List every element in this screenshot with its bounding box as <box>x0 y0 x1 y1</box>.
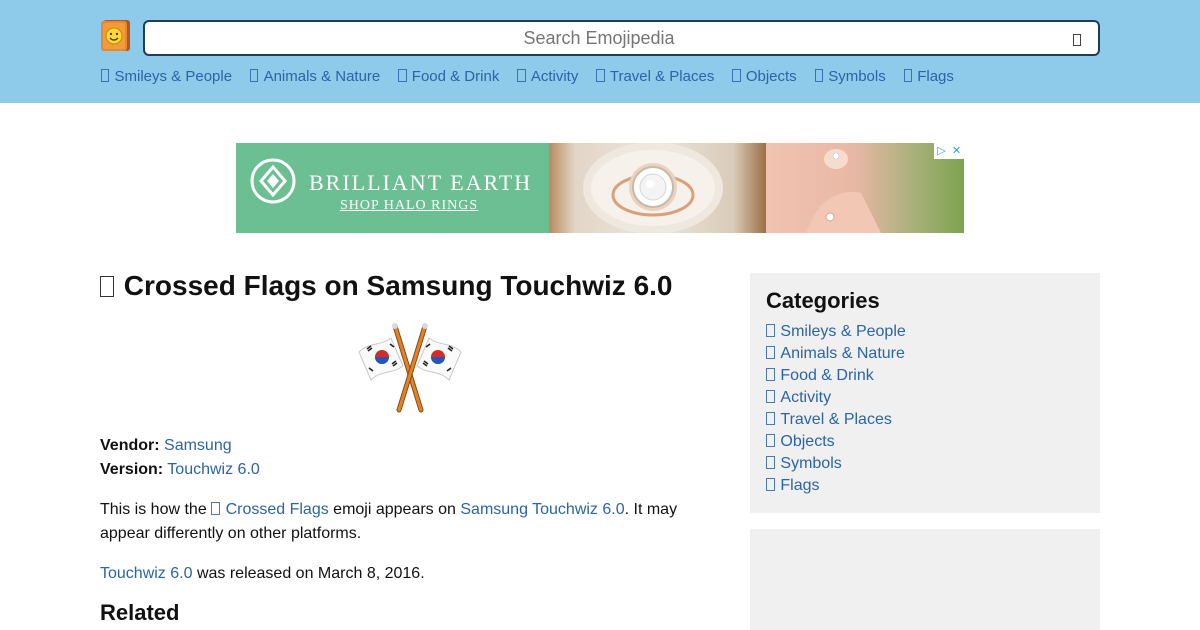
page-title: Crossed Flags on Samsung Touchwiz 6.0 <box>100 270 673 302</box>
nav-item-symbols[interactable]: Symbols <box>814 68 886 88</box>
crossed-flags-emoji-image <box>358 323 462 413</box>
version-row: Version: Touchwiz 6.0 <box>100 461 260 479</box>
categories-panel: Categories Smileys & People Animals & Na… <box>750 273 1100 513</box>
animal-icon <box>766 345 775 360</box>
travel-icon <box>766 411 775 426</box>
ad-brand-panel: BRILLIANT EARTH SHOP HALO RINGS <box>236 143 549 233</box>
nav-item-food-drink[interactable]: Food & Drink <box>398 68 499 88</box>
nav-item-travel-places[interactable]: Travel & Places <box>596 68 714 88</box>
search-input[interactable] <box>149 24 1049 52</box>
search-icon[interactable] <box>1066 29 1088 51</box>
food-icon <box>766 367 775 382</box>
platform-link[interactable]: Samsung Touchwiz 6.0 <box>460 501 624 518</box>
vendor-label: Vendor: <box>100 437 160 454</box>
symbols-icon <box>814 69 823 83</box>
category-item[interactable]: Symbols <box>766 453 906 475</box>
vendor-row: Vendor: Samsung <box>100 437 232 455</box>
ad-controls: ▷ ✕ <box>934 143 964 159</box>
ad-cta-link[interactable]: SHOP HALO RINGS <box>340 198 478 214</box>
activity-icon <box>766 389 775 404</box>
nav-item-flags[interactable]: Flags <box>903 68 954 88</box>
flag-icon <box>903 69 912 83</box>
ad-brand-name: BRILLIANT EARTH <box>309 170 533 195</box>
brilliant-earth-logo-icon <box>250 158 296 204</box>
release-platform-link[interactable]: Touchwiz 6.0 <box>100 565 193 582</box>
search-bar <box>143 20 1100 56</box>
emojipedia-logo[interactable] <box>100 19 131 52</box>
version-label: Version: <box>100 461 164 478</box>
release-paragraph: Touchwiz 6.0 was released on March 8, 20… <box>100 565 425 582</box>
crossed-flags-small-icon <box>211 501 220 516</box>
nav-item-objects[interactable]: Objects <box>732 68 797 88</box>
smiley-icon <box>101 69 110 83</box>
travel-icon <box>596 69 605 83</box>
category-item[interactable]: Activity <box>766 387 906 409</box>
category-item[interactable]: Smileys & People <box>766 321 906 343</box>
adchoices-icon[interactable]: ▷ <box>934 143 949 159</box>
ad-ring-image <box>549 143 766 233</box>
smiley-icon <box>766 323 775 338</box>
categories-list: Smileys & People Animals & Nature Food &… <box>766 321 906 497</box>
nav-item-activity[interactable]: Activity <box>517 68 578 88</box>
category-item[interactable]: Travel & Places <box>766 409 906 431</box>
nav-item-animals-nature[interactable]: Animals & Nature <box>250 68 380 88</box>
vendor-link[interactable]: Samsung <box>164 437 232 454</box>
emoji-link[interactable]: Crossed Flags <box>211 501 329 518</box>
crossed-flags-icon <box>100 276 114 298</box>
nav-item-smileys-people[interactable]: Smileys & People <box>101 68 232 88</box>
category-item[interactable]: Objects <box>766 431 906 453</box>
activity-icon <box>517 69 526 83</box>
category-nav: Smileys & People Animals & Nature Food &… <box>101 68 954 88</box>
category-item[interactable]: Animals & Nature <box>766 343 906 365</box>
objects-icon <box>732 69 741 83</box>
food-icon <box>398 69 407 83</box>
symbols-icon <box>766 455 775 470</box>
related-heading: Related <box>100 600 180 625</box>
site-header: Smileys & People Animals & Nature Food &… <box>0 0 1200 103</box>
version-link[interactable]: Touchwiz 6.0 <box>167 461 260 478</box>
category-item[interactable]: Food & Drink <box>766 365 906 387</box>
ad-banner[interactable]: BRILLIANT EARTH SHOP HALO RINGS ▷ ✕ <box>236 143 964 233</box>
sidebar-ad-slot <box>750 529 1100 630</box>
animal-icon <box>250 69 259 83</box>
objects-icon <box>766 433 775 448</box>
category-item[interactable]: Flags <box>766 475 906 497</box>
description-paragraph: This is how the Crossed Flags emoji appe… <box>100 501 678 542</box>
close-icon[interactable]: ✕ <box>949 143 964 159</box>
categories-title: Categories <box>766 288 880 313</box>
flag-icon <box>766 477 775 492</box>
